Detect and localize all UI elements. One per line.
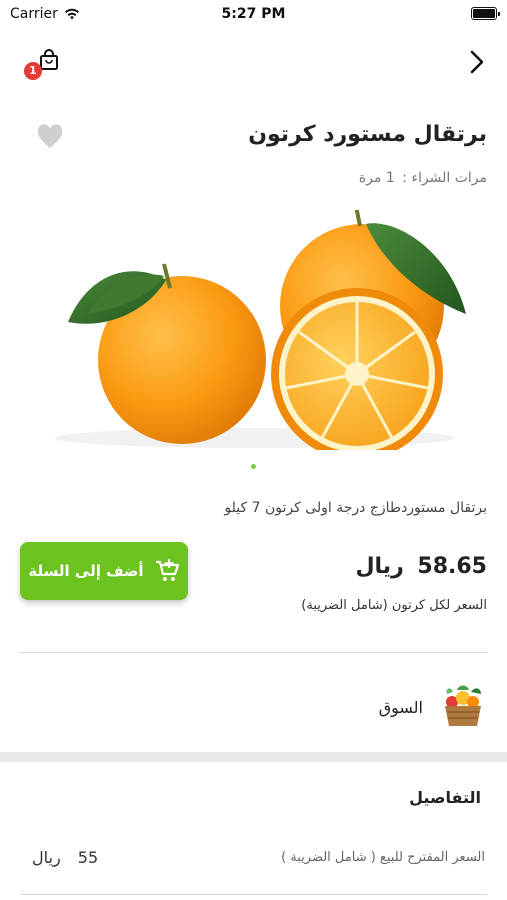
purchase-count-label: مرات الشراء : xyxy=(402,170,487,186)
product-title: برتقال مستورد كرتون xyxy=(248,122,487,147)
add-to-cart-button[interactable]: أضف إلى السلة xyxy=(20,542,188,600)
status-time: 5:27 PM xyxy=(221,6,286,22)
favorite-button[interactable] xyxy=(36,124,66,152)
nav-bar: 1 xyxy=(0,40,507,84)
suggested-price-number: 55 xyxy=(77,848,99,867)
cart-badge: 1 xyxy=(24,62,42,80)
vegetable-basket-icon xyxy=(445,685,481,726)
suggested-price-label: السعر المقترح للبيع ( شامل الضريبة ) xyxy=(281,850,485,865)
market-row[interactable]: السوق xyxy=(0,680,507,736)
image-pager[interactable] xyxy=(0,464,507,469)
pager-dot-active[interactable] xyxy=(251,464,256,469)
purchase-count: مرات الشراء : 1 مرة xyxy=(356,170,487,186)
status-bar: Carrier 5:27 PM xyxy=(0,0,507,30)
price-value: 58.65 xyxy=(417,554,487,579)
suggested-price-currency: ريال xyxy=(32,848,61,867)
divider xyxy=(20,652,487,653)
section-separator xyxy=(0,752,507,762)
add-to-cart-icon xyxy=(155,559,179,581)
back-button[interactable] xyxy=(463,46,491,78)
heart-icon xyxy=(37,124,63,148)
product-description: برتقال مستوردطازج درجة اولى كرتون 7 كيلو xyxy=(224,500,487,516)
suggested-price-value: 55 ريال xyxy=(20,848,98,867)
details-title: التفاصيل xyxy=(409,788,481,807)
price-note: السعر لكل كرتون (شامل الضريبة) xyxy=(301,598,487,613)
market-label: السوق xyxy=(378,698,423,717)
battery-icon xyxy=(471,7,500,20)
chevron-right-icon xyxy=(470,50,484,74)
divider xyxy=(20,894,487,895)
product-price: 58.65 ريال xyxy=(349,554,487,579)
cart-button[interactable]: 1 xyxy=(24,46,64,80)
oranges-illustration xyxy=(55,205,466,460)
product-image[interactable] xyxy=(30,205,480,460)
purchase-count-value: 1 مرة xyxy=(358,170,395,186)
price-currency: ريال xyxy=(355,554,404,579)
add-to-cart-label: أضف إلى السلة xyxy=(28,562,144,580)
